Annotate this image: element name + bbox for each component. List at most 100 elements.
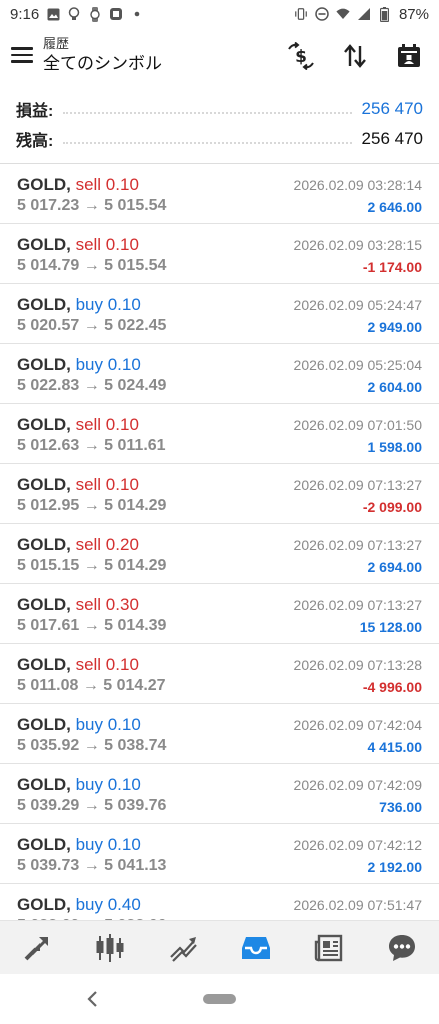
battery-percent: 87% [398,5,429,23]
chat-bubble-icon[interactable] [382,928,422,968]
trade-row[interactable]: GOLD, buy 0.10 5 022.83 → 5 024.49 2026.02… [0,344,439,404]
trade-row[interactable]: GOLD, sell 0.10 5 014.79 → 5 015.54 2026.0… [0,224,439,284]
trade-profit: 2 646.00 [367,199,423,215]
more-notifications-dot-icon [130,7,144,21]
page-title: 全てのシンボル [43,54,162,73]
trade-row[interactable]: GOLD, buy 0.10 5 035.92 → 5 038.74 2026.02… [0,704,439,764]
sort-icon[interactable] [339,40,371,72]
back-chevron-icon[interactable] [86,990,98,1013]
news-icon[interactable] [309,928,349,968]
svg-text:$: $ [295,47,307,67]
trade-time: 2026.02.09 05:24:47 [293,297,422,313]
trade-symbol: GOLD, buy 0.10 [17,835,141,855]
balance-label: 残高: [16,133,54,150]
trade-prices: 5 011.08 → 5 014.27 [17,677,166,694]
symbol-label: GOLD, [17,355,71,374]
symbol-label: GOLD, [17,175,71,194]
status-time: 9:16 [10,5,40,23]
trade-time: 2026.02.09 03:28:14 [293,177,422,193]
trade-prices: 5 017.61 → 5 014.39 [17,617,167,634]
trade-profit: -4 996.00 [362,679,422,695]
trade-prices: 5 014.79 → 5 015.54 [17,257,167,274]
trade-row[interactable]: GOLD, buy 0.10 5 039.73 → 5 041.13 2026.02… [0,824,439,884]
trade-prices: 5 039.73 → 5 041.13 [17,857,167,874]
trade-prices: 5 015.15 → 5 014.29 [17,557,167,574]
trade-symbol: GOLD, buy 0.10 [17,295,141,315]
currency-convert-icon[interactable]: $ [285,40,317,72]
trade-row[interactable]: GOLD, buy 0.10 5 020.57 → 5 022.45 2026.02… [0,284,439,344]
trade-row[interactable]: GOLD, sell 0.10 5 017.23 → 5 015.54 2026.0… [0,164,439,224]
vibrate-icon [294,7,308,21]
candlestick-chart-icon[interactable] [90,928,130,968]
trade-symbol: GOLD, buy 0.40 [17,895,141,915]
trade-time: 2026.02.09 07:42:04 [293,717,422,733]
trade-symbol: GOLD, buy 0.10 [17,715,141,735]
quotes-arrows-icon[interactable] [17,928,57,968]
app-bar-actions: $ [285,40,425,72]
symbol-label: GOLD, [17,655,71,674]
trade-row[interactable]: GOLD, buy 0.10 5 039.29 → 5 039.76 2026.02… [0,764,439,824]
symbol-label: GOLD, [17,235,71,254]
trade-side: buy 0.10 [75,295,141,314]
trade-row[interactable]: GOLD, sell 0.10 5 012.95 → 5 014.29 2026.0… [0,464,439,524]
trade-line-icon[interactable] [163,928,203,968]
symbol-label: GOLD, [17,895,71,914]
app-notification-icon [109,7,123,21]
trade-time: 2026.02.09 07:42:09 [293,777,422,793]
symbol-label: GOLD, [17,715,71,734]
trade-side: sell 0.10 [75,655,139,674]
trade-row[interactable]: GOLD, sell 0.30 5 017.61 → 5 014.39 2026.0… [0,584,439,644]
trade-profit: 4 415.00 [367,739,423,755]
trade-row[interactable]: GOLD, buy 0.405 032.60 → 5 032.662026.02… [0,884,439,920]
trade-prices: 5 039.29 → 5 039.76 [17,797,167,814]
wifi-icon [336,7,350,21]
summary-panel: 損益: 256 470 残高: 256 470 [0,96,439,158]
trade-list[interactable]: GOLD, sell 0.10 5 017.23 → 5 015.54 2026.0… [0,164,439,920]
dotted-leader [63,104,352,114]
trade-symbol: GOLD, sell 0.20 [17,535,139,555]
trade-symbol: GOLD, sell 0.10 [17,475,139,495]
trade-profit: -2 099.00 [362,499,422,515]
balance-row: 残高: 256 470 [16,126,423,152]
trade-row[interactable]: GOLD, sell 0.20 5 015.15 → 5 014.29 2026.0… [0,524,439,584]
trade-profit: 1 598.00 [367,439,423,455]
trade-symbol: GOLD, sell 0.10 [17,415,139,435]
trade-row[interactable]: GOLD, sell 0.10 5 012.63 → 5 011.61 2026.0… [0,404,439,464]
trade-symbol: GOLD, sell 0.30 [17,595,139,615]
status-left: 9:16 [10,6,144,23]
symbol-label: GOLD, [17,475,71,494]
page-subtitle: 履歴 [43,36,70,51]
symbol-label: GOLD, [17,775,71,794]
trade-profit: -1 174.00 [362,259,422,275]
trade-side: sell 0.20 [75,535,139,554]
trade-prices: 5 035.92 → 5 038.74 [17,737,167,754]
trade-time: 2026.02.09 07:01:50 [293,417,422,433]
home-pill[interactable] [203,994,236,1004]
trade-side: buy 0.10 [75,355,141,374]
trade-profit: 736.00 [379,799,422,815]
trade-time: 2026.02.09 07:51:47 [293,897,422,913]
trade-profit: 2 604.00 [367,379,423,395]
trade-symbol: GOLD, sell 0.10 [17,655,139,675]
trade-time: 2026.02.09 07:13:28 [293,657,422,673]
calendar-period-icon[interactable] [393,40,425,72]
cellular-signal-icon [357,7,371,21]
trade-prices: 5 020.57 → 5 022.45 [17,317,167,334]
trade-side: buy 0.10 [75,835,141,854]
history-inbox-icon[interactable] [236,928,276,968]
trade-time: 2026.02.09 07:13:27 [293,477,422,493]
trade-side: buy 0.10 [75,775,141,794]
trade-side: buy 0.40 [75,895,141,914]
trade-profit: 2 694.00 [367,559,423,575]
symbol-label: GOLD, [17,595,71,614]
system-navigation [0,974,439,1024]
menu-icon[interactable] [11,44,33,66]
trade-side: sell 0.10 [75,175,139,194]
trade-prices: 5 012.63 → 5 011.61 [17,437,166,454]
do-not-disturb-icon [315,7,329,21]
symbol-label: GOLD, [17,295,71,314]
trade-prices: 5 022.83 → 5 024.49 [17,377,167,394]
trade-row[interactable]: GOLD, sell 0.10 5 011.08 → 5 014.27 2026.0… [0,644,439,704]
title-block[interactable]: 履歴 全てのシンボル [43,36,162,76]
watch-notification-icon [88,6,102,22]
